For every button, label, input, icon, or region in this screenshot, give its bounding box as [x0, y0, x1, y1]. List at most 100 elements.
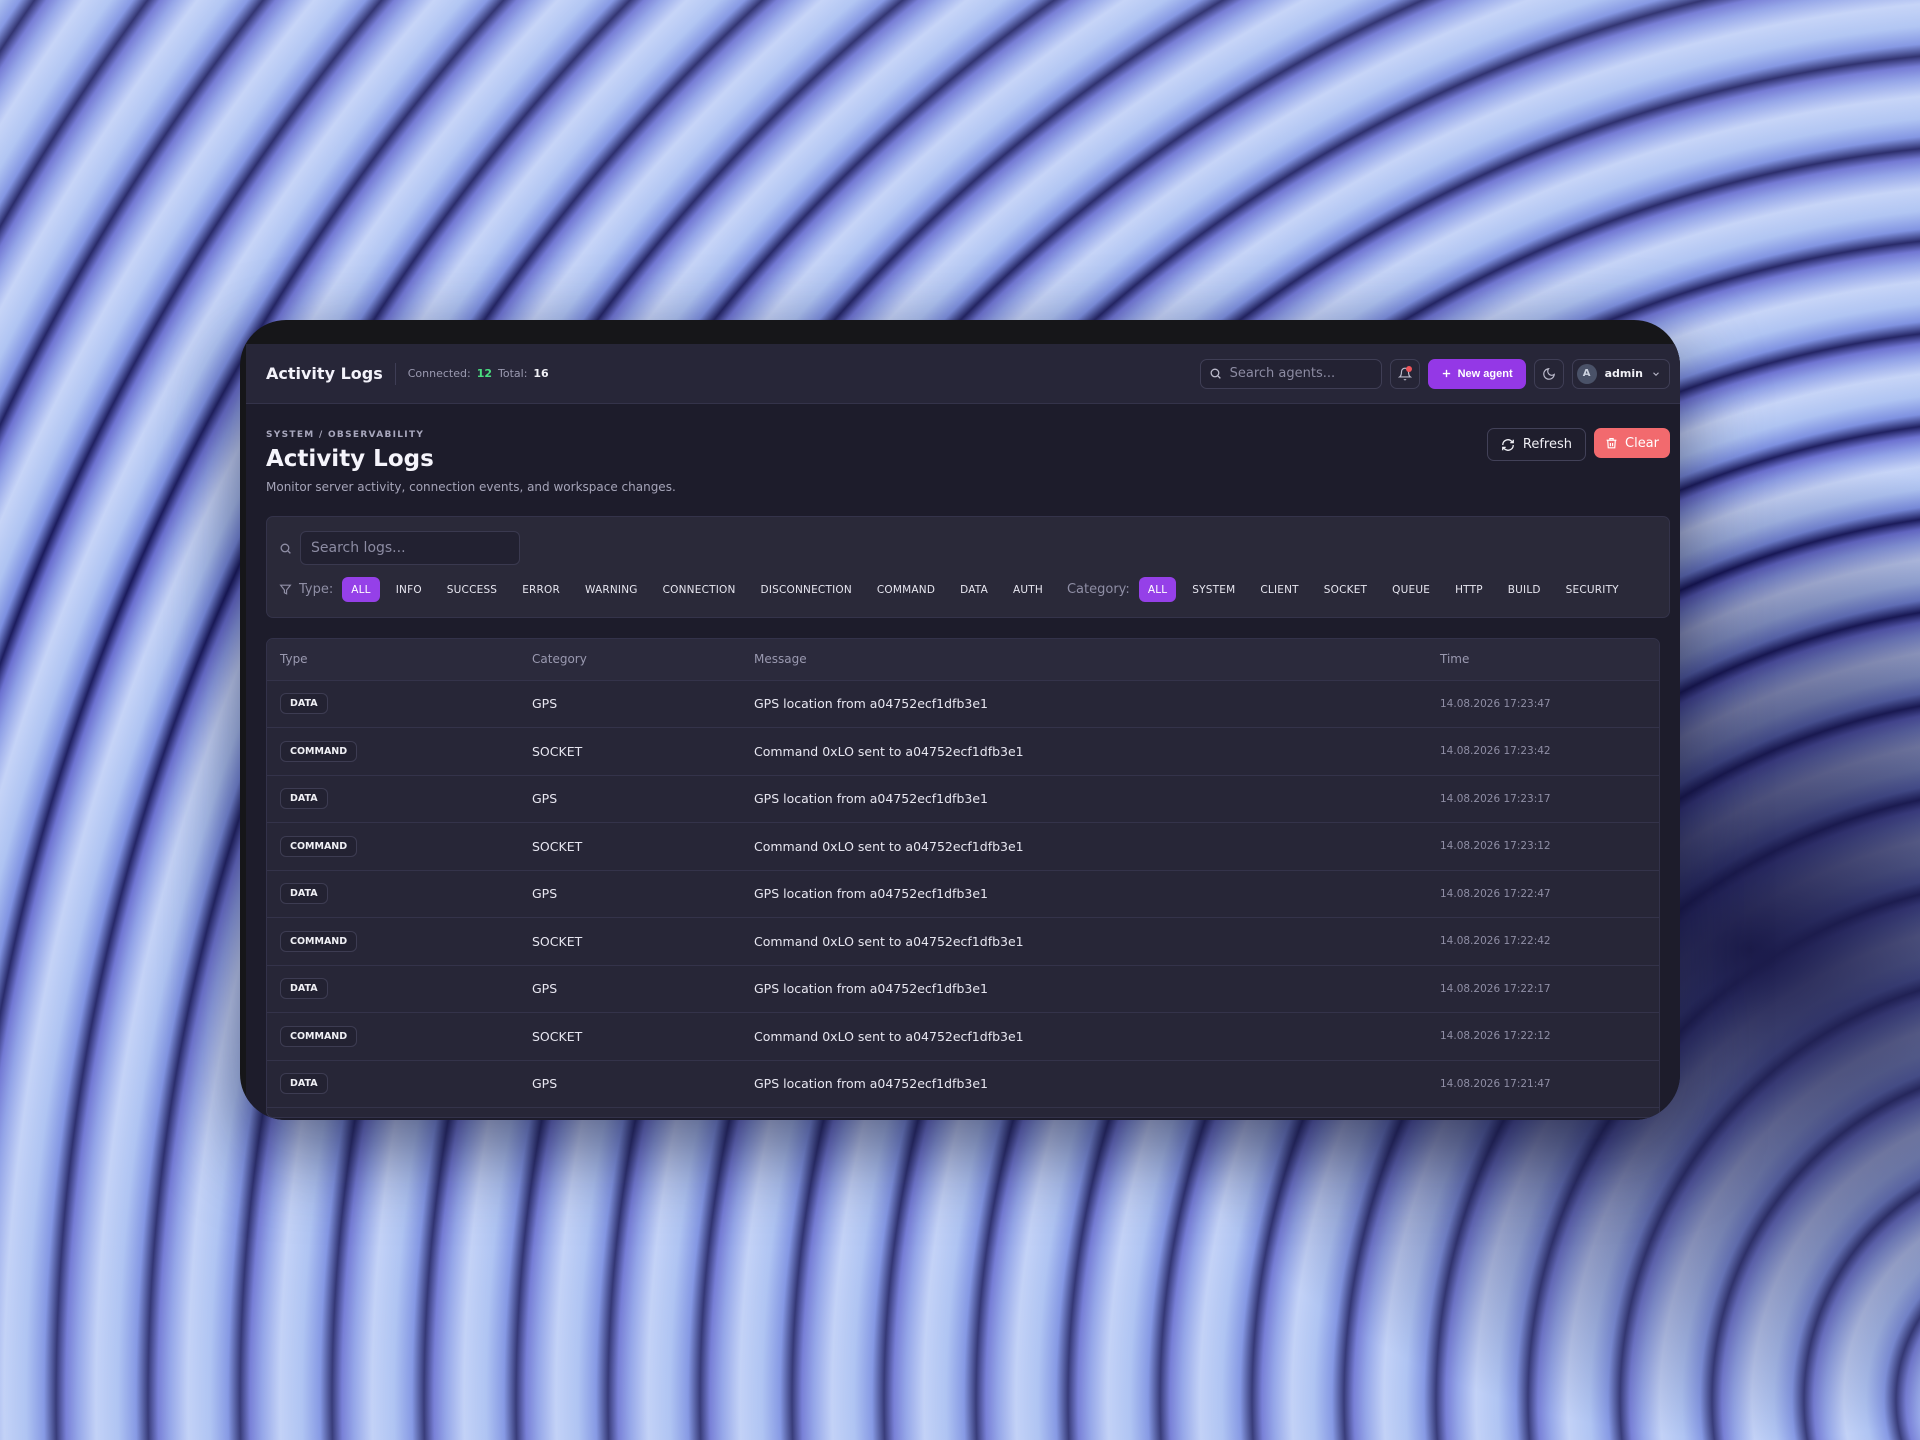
type-chip-all[interactable]: ALL: [342, 577, 380, 602]
table-row[interactable]: COMMAND SOCKET Command 0xLO sent to a047…: [267, 917, 1659, 966]
log-search-input[interactable]: [300, 531, 520, 565]
top-bar: Activity Logs Connected: 12 Total: 16 Se…: [246, 344, 1680, 404]
log-search: [279, 531, 1657, 565]
type-chip-auth[interactable]: AUTH: [1004, 577, 1052, 602]
refresh-label: Refresh: [1522, 437, 1572, 452]
divider: [394, 362, 396, 385]
category-chip-system[interactable]: SYSTEM: [1183, 577, 1244, 602]
category-chip-socket[interactable]: SOCKET: [1315, 577, 1376, 602]
category-chip-queue[interactable]: QUEUE: [1383, 577, 1439, 602]
type-badge: COMMAND: [280, 740, 358, 762]
cell-time: 14.08.2026 17:22:42: [1427, 917, 1659, 966]
cell-type: DATA: [267, 870, 519, 918]
table-row[interactable]: DATA GPS GPS location from a04752ecf1dfb…: [267, 870, 1659, 918]
connected-label: Connected:: [407, 367, 471, 380]
cell-type: COMMAND: [267, 1012, 519, 1061]
top-actions: New agent A admin: [1199, 358, 1670, 389]
category-chip-all[interactable]: ALL: [1138, 577, 1177, 602]
cell-message: GPS location from a04752ecf1dfb3e1: [741, 965, 1427, 1013]
trash-icon: [1606, 437, 1617, 448]
breadcrumb: SYSTEM / OBSERVABILITY: [266, 430, 425, 440]
type-chip-error[interactable]: ERROR: [513, 577, 569, 602]
new-agent-button[interactable]: New agent: [1427, 358, 1526, 389]
table-row[interactable]: DATA GPS GPS location from a04752ecf1dfb…: [267, 680, 1659, 728]
app-title: Activity Logs: [266, 364, 383, 383]
column-header-time[interactable]: Time: [1427, 639, 1659, 681]
cell-time: 14.08.2026 17:23:42: [1427, 727, 1659, 776]
cell-time: 14.08.2026 17:22:12: [1427, 1012, 1659, 1061]
app-screen: Activity Logs Connected: 12 Total: 16 Se…: [246, 344, 1680, 1120]
type-chip-connection[interactable]: CONNECTION: [654, 577, 745, 602]
refresh-icon: [1502, 438, 1514, 451]
type-badge: DATA: [280, 693, 328, 715]
type-chip-command[interactable]: COMMAND: [868, 577, 944, 602]
cell-message: GPS location from a04752ecf1dfb3e1: [741, 870, 1427, 918]
main-content: SYSTEM / OBSERVABILITY Activity Logs Mon…: [246, 404, 1680, 1118]
type-chip-success[interactable]: SUCCESS: [438, 577, 506, 602]
connected-count: 12: [476, 367, 492, 380]
total-label: Total:: [498, 367, 528, 380]
cell-category: GPS: [519, 775, 741, 823]
cell-time: 14.08.2026 17:23:17: [1427, 775, 1659, 823]
page-title: Activity Logs: [266, 446, 434, 472]
cell-category: GPS: [519, 965, 741, 1013]
filter-panel: Type: ALL INFO SUCCESS ERROR WARNING CON…: [266, 516, 1670, 618]
table-row[interactable]: DATA GPS GPS location from a04752ecf1dfb…: [267, 1060, 1659, 1108]
total-count: 16: [533, 367, 549, 380]
type-badge: COMMAND: [280, 835, 358, 857]
cell-type: DATA: [267, 965, 519, 1013]
chevron-down-icon: [1653, 371, 1659, 376]
filter-chips: Type: ALL INFO SUCCESS ERROR WARNING CON…: [279, 577, 1657, 602]
cell-category: GPS: [519, 870, 741, 918]
type-badge: DATA: [280, 1073, 328, 1095]
cell-time: 14.08.2026 17:22:17: [1427, 965, 1659, 1013]
category-chip-build[interactable]: BUILD: [1499, 577, 1550, 602]
user-menu-button[interactable]: A admin: [1571, 358, 1670, 389]
table-row[interactable]: COMMAND SOCKET Command 0xLO sent to a047…: [267, 727, 1659, 776]
cell-category: SOCKET: [519, 1012, 741, 1061]
cell-type: COMMAND: [267, 917, 519, 966]
cell-category: SOCKET: [519, 822, 741, 871]
table-row[interactable]: COMMAND SOCKET Command 0xLO sent to a047…: [267, 1012, 1659, 1061]
logs-table-container: Type Category Message Time DATA GPS GPS …: [266, 638, 1660, 1118]
notifications-button[interactable]: [1389, 358, 1420, 389]
type-chip-disconnection[interactable]: DISCONNECTION: [752, 577, 861, 602]
type-filter-label: Type:: [299, 582, 334, 597]
cell-message: Command 0xLO sent to a04752ecf1dfb3e1: [741, 1012, 1427, 1061]
type-chip-data[interactable]: DATA: [951, 577, 997, 602]
device-frame: Activity Logs Connected: 12 Total: 16 Se…: [240, 320, 1680, 1120]
cell-category: SOCKET: [519, 917, 741, 966]
table-row[interactable]: DATA GPS GPS location from a04752ecf1dfb…: [267, 775, 1659, 823]
type-chip-info[interactable]: INFO: [387, 577, 431, 602]
refresh-button[interactable]: Refresh: [1486, 428, 1586, 461]
cell-category: SOCKET: [519, 727, 741, 776]
table-header-row: Type Category Message Time: [267, 639, 1659, 681]
type-badge: COMMAND: [280, 930, 358, 952]
cell-time: 14.08.2026 17:22:47: [1427, 870, 1659, 918]
clear-button[interactable]: Clear: [1594, 428, 1670, 458]
table-row[interactable]: DATA GPS GPS location from a04752ecf1dfb…: [267, 965, 1659, 1013]
avatar: A: [1576, 363, 1597, 384]
category-chip-http[interactable]: HTTP: [1446, 577, 1492, 602]
new-agent-label: New agent: [1457, 367, 1513, 380]
column-header-category[interactable]: Category: [519, 639, 741, 681]
table-row[interactable]: COMMAND SOCKET Command 0xLO sent to a047…: [267, 822, 1659, 871]
cell-type: DATA: [267, 775, 519, 823]
page-subtitle: Monitor server activity, connection even…: [266, 480, 676, 494]
category-chip-security[interactable]: SECURITY: [1557, 577, 1628, 602]
cell-message: Command 0xLO sent to a04752ecf1dfb3e1: [741, 822, 1427, 871]
category-chip-client[interactable]: CLIENT: [1251, 577, 1307, 602]
type-badge: DATA: [280, 978, 328, 1000]
cell-type: COMMAND: [267, 822, 519, 871]
cell-message: GPS location from a04752ecf1dfb3e1: [741, 1060, 1427, 1108]
column-header-type[interactable]: Type: [267, 639, 519, 681]
cell-category: GPS: [519, 1060, 741, 1108]
type-chip-warning[interactable]: WARNING: [576, 577, 647, 602]
agent-search-input[interactable]: [1229, 366, 1370, 381]
filter-icon: [279, 584, 292, 595]
plus-icon: [1442, 369, 1450, 378]
type-badge: DATA: [280, 883, 328, 905]
theme-toggle-button[interactable]: [1533, 358, 1564, 389]
column-header-message[interactable]: Message: [741, 639, 1427, 681]
cell-message: Command 0xLO sent to a04752ecf1dfb3e1: [741, 917, 1427, 966]
